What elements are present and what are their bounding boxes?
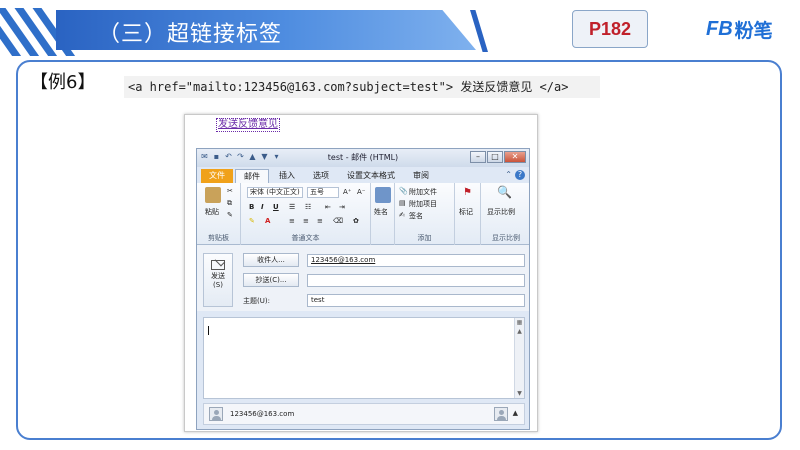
send-shortcut: (S) xyxy=(213,281,223,289)
clipboard-group: 粘贴 ✂ ⧉ ✎ 剪贴板 xyxy=(197,183,241,245)
close-button[interactable]: ✕ xyxy=(504,151,526,163)
clipboard-group-label: 剪贴板 xyxy=(208,234,229,242)
subject-label: 主题(U): xyxy=(243,297,270,305)
cut-icon[interactable]: ✂ xyxy=(227,187,233,195)
include-group-label: 添加 xyxy=(417,234,432,242)
send-label: 发送 xyxy=(211,272,225,280)
signature-icon: ✍ xyxy=(399,211,405,219)
subject-field[interactable]: test xyxy=(307,294,525,307)
clear-format-icon[interactable]: ⌫ xyxy=(333,217,343,225)
title-bar-edge xyxy=(470,10,488,52)
highlight-icon[interactable]: ✎ xyxy=(249,217,255,225)
include-group: 📎 附加文件 ▤ 附加项目 ✍ 签名 添加 xyxy=(395,183,455,245)
flag-button[interactable]: 标记 xyxy=(459,207,473,217)
sender-avatar xyxy=(494,407,508,421)
cc-button[interactable]: 抄送(C)... xyxy=(243,273,299,287)
paste-icon[interactable] xyxy=(205,187,221,203)
align-center-icon[interactable]: ≡ xyxy=(303,217,309,225)
signature-button[interactable]: 签名 xyxy=(409,211,423,221)
cc-field[interactable] xyxy=(307,274,525,287)
shrink-font-icon[interactable]: A⁻ xyxy=(357,188,365,196)
page-number-badge: P182 xyxy=(572,10,648,48)
expand-people-icon[interactable]: ▲ xyxy=(513,409,518,417)
tab-message[interactable]: 邮件 xyxy=(235,169,269,183)
section-title: （三）超链接标签 xyxy=(98,22,283,47)
align-left-icon[interactable]: ≡ xyxy=(289,217,295,225)
bold-icon[interactable]: B xyxy=(249,203,254,211)
feedback-link[interactable]: 发送反馈意见 xyxy=(216,118,280,132)
font-color-icon[interactable]: A xyxy=(265,217,270,225)
bullets-icon[interactable]: ☰ xyxy=(289,203,295,211)
ribbon-tabs: 文件 邮件 插入 选项 设置文本格式 审阅 xyxy=(197,167,529,183)
italic-icon[interactable]: I xyxy=(261,203,264,211)
font-name-select[interactable]: 宋体 (中文正文) xyxy=(247,187,303,198)
send-button[interactable]: 发送 (S) xyxy=(203,253,233,307)
basic-text-group: 宋体 (中文正文) 五号 A⁺ A⁻ B I U ☰ ☷ ⇤ ⇥ ✎ A ≡ ≡… xyxy=(241,183,371,245)
zoom-button[interactable]: 显示比例 xyxy=(487,207,515,217)
increase-indent-icon[interactable]: ⇥ xyxy=(339,203,345,211)
grow-font-icon[interactable]: A⁺ xyxy=(343,188,351,196)
flag-icon[interactable]: ⚑ xyxy=(463,187,472,198)
example-label: 【例6】 xyxy=(30,72,96,93)
names-group: 姓名 xyxy=(371,183,395,245)
mail-compose-window: ✉ ▪ ↶ ↷ ▲ ▼ ▾ test - 邮件 (HTML) – □ ✕ 文件 … xyxy=(196,148,530,430)
basic-text-group-label: 普通文本 xyxy=(291,234,320,242)
window-controls: – □ ✕ xyxy=(470,151,526,163)
collapse-ribbon-icon[interactable]: ⌃ xyxy=(505,170,512,180)
styles-icon[interactable]: ✿ xyxy=(353,217,359,225)
window-titlebar: ✉ ▪ ↶ ↷ ▲ ▼ ▾ test - 邮件 (HTML) – □ ✕ xyxy=(197,149,529,167)
tab-format-text[interactable]: 设置文本格式 xyxy=(339,169,403,183)
page-number: P182 xyxy=(588,18,632,39)
paste-button[interactable]: 粘贴 xyxy=(205,207,219,217)
logo-mark: FB xyxy=(706,18,733,40)
to-field[interactable]: 123456@163.com xyxy=(307,254,525,267)
body-scrollbar[interactable]: ▦ ▲ ▼ xyxy=(514,318,524,398)
zoom-icon[interactable]: 🔍 xyxy=(497,185,512,199)
font-size-select[interactable]: 五号 xyxy=(307,187,339,198)
format-painter-icon[interactable]: ✎ xyxy=(227,211,233,219)
text-caret xyxy=(208,326,209,335)
names-button[interactable]: 姓名 xyxy=(374,207,388,217)
ribbon-right-controls: ⌃ ? xyxy=(505,170,525,180)
minimize-button[interactable]: – xyxy=(470,151,486,163)
people-pane-email: 123456@163.com xyxy=(230,410,295,418)
zoom-group-label: 显示比例 xyxy=(492,234,520,242)
numbering-icon[interactable]: ☷ xyxy=(305,203,311,211)
attach-file-button[interactable]: 附加文件 xyxy=(409,187,437,197)
scroll-down-icon[interactable]: ▼ xyxy=(515,389,524,398)
logo-text: 粉笔 xyxy=(734,20,773,42)
message-header-form: 发送 (S) 收件人... 123456@163.com 抄送(C)... 主题… xyxy=(197,245,529,311)
copy-icon[interactable]: ⧉ xyxy=(227,199,232,208)
tab-insert[interactable]: 插入 xyxy=(271,169,303,183)
zoom-group: 🔍 显示比例 显示比例 xyxy=(481,183,531,245)
paperclip-icon: 📎 xyxy=(399,187,408,195)
contact-avatar xyxy=(209,407,223,421)
address-book-icon[interactable] xyxy=(375,187,391,203)
to-button[interactable]: 收件人... xyxy=(243,253,299,267)
people-pane: 123456@163.com ▲ xyxy=(203,403,525,425)
code-snippet: <a href="mailto:123456@163.com?subject=t… xyxy=(124,76,600,98)
message-body[interactable]: ▦ ▲ ▼ xyxy=(203,317,525,399)
help-icon[interactable]: ? xyxy=(515,170,525,180)
maximize-button[interactable]: □ xyxy=(487,151,503,163)
header-banner: （三）超链接标签 P182 FB 粉笔 xyxy=(0,0,800,64)
tags-group: ⚑ 标记 xyxy=(455,183,481,245)
tab-file[interactable]: 文件 xyxy=(201,169,233,183)
attach-item-icon: ▤ xyxy=(399,199,406,207)
ribbon: 粘贴 ✂ ⧉ ✎ 剪贴板 宋体 (中文正文) 五号 A⁺ A⁻ B I U ☰ … xyxy=(197,183,529,245)
align-right-icon[interactable]: ≡ xyxy=(317,217,323,225)
decrease-indent-icon[interactable]: ⇤ xyxy=(325,203,331,211)
ruler-icon[interactable]: ▦ xyxy=(515,318,524,327)
underline-icon[interactable]: U xyxy=(273,203,279,211)
scroll-up-icon[interactable]: ▲ xyxy=(515,327,524,336)
tab-review[interactable]: 审阅 xyxy=(405,169,437,183)
brand-logo: FB 粉笔 xyxy=(706,16,773,43)
attach-item-button[interactable]: 附加项目 xyxy=(409,199,437,209)
tab-options[interactable]: 选项 xyxy=(305,169,337,183)
send-icon xyxy=(211,260,225,270)
